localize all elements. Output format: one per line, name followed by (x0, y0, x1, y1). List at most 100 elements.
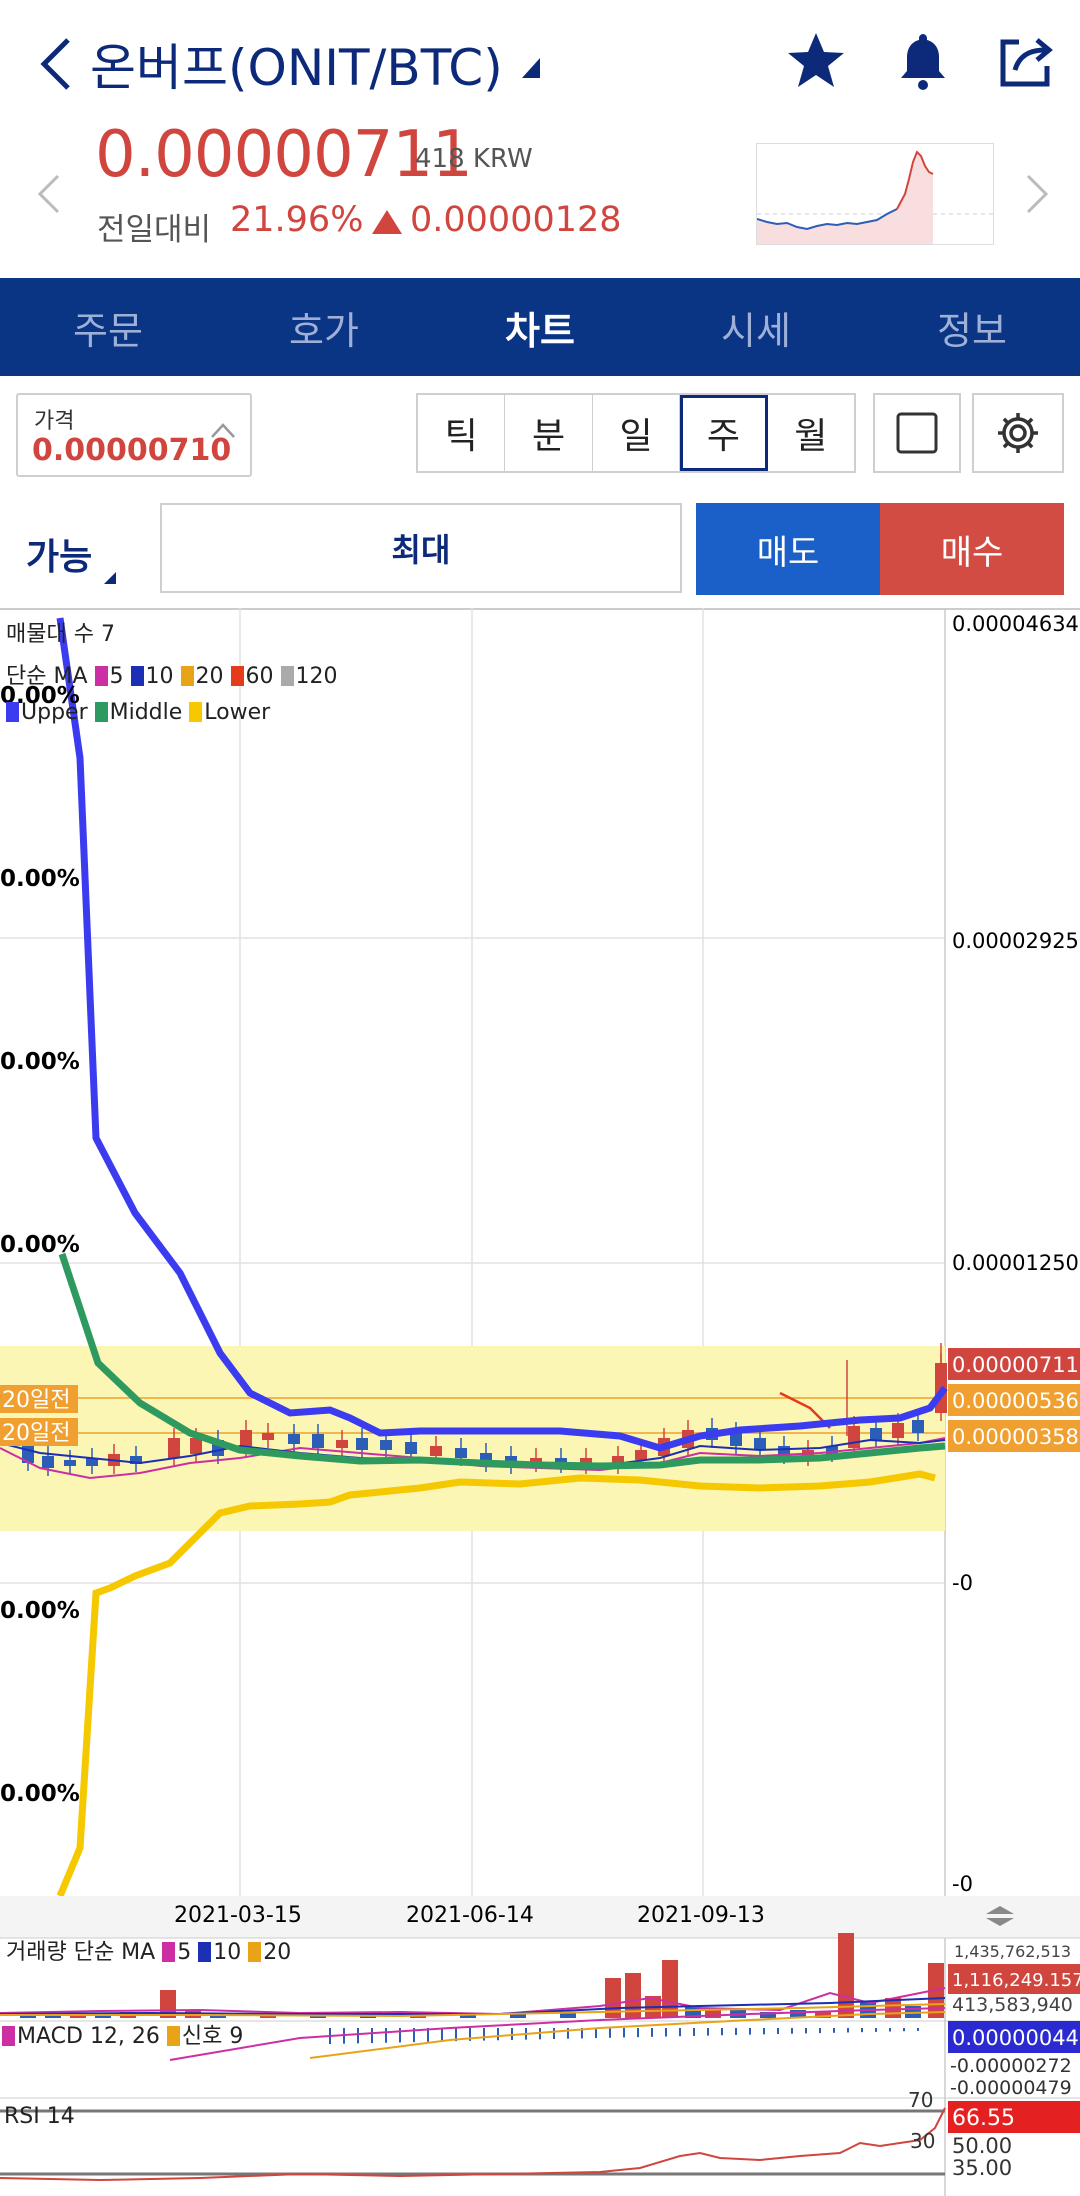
period-day[interactable]: 일 (593, 395, 681, 471)
back-arrow-icon[interactable] (30, 34, 90, 94)
candle-body (892, 1423, 904, 1438)
y-axis-label: 0.00002925 (952, 929, 1079, 953)
share-icon[interactable] (995, 30, 1057, 92)
ma120-label: 120 (295, 664, 338, 689)
page-title[interactable]: 온버프(ONIT/BTC) (90, 28, 503, 100)
ma-legend: 단순 MA 5 10 20 60 120 (6, 658, 338, 690)
macd-swatch (2, 2026, 15, 2046)
price-krw: 418 KRW (415, 144, 533, 174)
volume-legend-label: 거래량 단순 MA (6, 1940, 156, 1965)
bollinger-lower-line (56, 1470, 936, 1898)
bollinger-upper-line (56, 617, 948, 1452)
volume-tag-overlap: 413,583,940 (952, 1994, 1073, 2016)
vol-ma5-label: 5 (177, 1940, 192, 1965)
chart-settings-button[interactable] (972, 393, 1064, 473)
ma10-swatch (130, 666, 144, 686)
volume-bar (662, 1960, 678, 2018)
macd-legend: MACD 12, 26 신호 9 (2, 2018, 243, 2050)
available-label[interactable]: 가능 (26, 528, 92, 580)
candle-body (190, 1438, 202, 1454)
price-input-label: 가격 (34, 409, 75, 434)
ma5-label: 5 (109, 664, 124, 689)
available-caret-icon[interactable] (104, 572, 116, 584)
vol-ma5-swatch (162, 1942, 176, 1962)
tab-orderbook[interactable]: 호가 (216, 278, 432, 376)
upper-swatch (6, 702, 19, 722)
period-minute[interactable]: 분 (505, 395, 593, 471)
overlay-pct-label: 0.00% (0, 1781, 80, 1807)
next-coin-arrow-icon[interactable] (1022, 172, 1052, 216)
period-tick[interactable]: 틱 (418, 395, 506, 471)
candle-body (870, 1428, 882, 1440)
period-week[interactable]: 주 (680, 395, 768, 471)
candle-body (430, 1446, 442, 1456)
y-axis-label: -0 (952, 1571, 973, 1595)
buy-button[interactable]: 매수 (880, 503, 1064, 595)
tab-market[interactable]: 시세 (648, 278, 864, 376)
sparkline-mini-chart (756, 143, 994, 245)
star-icon[interactable] (785, 30, 847, 92)
volume-profile-legend: 매물대 수 7 (6, 622, 115, 647)
fullscreen-button[interactable] (873, 393, 961, 473)
period-month[interactable]: 월 (768, 395, 854, 471)
title-caret-icon[interactable] (522, 58, 540, 78)
x-axis-label: 2021-09-13 (637, 1903, 765, 1928)
tab-chart[interactable]: 차트 (432, 278, 648, 376)
candle-body (754, 1438, 766, 1450)
rsi-30-label: 30 (910, 2129, 935, 2153)
rsi-line (0, 2107, 946, 2182)
candle-body (42, 1456, 54, 1468)
candle-body (64, 1460, 76, 1466)
prev-coin-arrow-icon[interactable] (34, 172, 64, 216)
current-price-tag: 0.00000711 (952, 1353, 1079, 1377)
grid (0, 608, 945, 1896)
candle-body (336, 1440, 348, 1448)
candle-body (848, 1426, 860, 1448)
candle-body (380, 1440, 392, 1450)
max-button[interactable]: 최대 (160, 503, 682, 593)
ma20-label: 20 (195, 664, 224, 689)
lower-swatch (189, 702, 203, 722)
sell-button[interactable]: 매도 (696, 503, 880, 595)
macd-y-label: -0.00000479 (950, 2077, 1072, 2099)
change-percent: 21.96% (230, 200, 364, 240)
volume-tag-top: 1,435,762,513 (954, 1942, 1071, 1961)
tab-info[interactable]: 정보 (864, 278, 1080, 376)
middle-label: Middle (109, 700, 183, 725)
macd-legend-label: MACD 12, 26 (17, 2024, 160, 2049)
volume-tag-current: 1,116,249.157 (952, 1970, 1080, 1991)
chevron-up-icon[interactable] (210, 421, 236, 439)
candle-body (455, 1448, 467, 1458)
level2-price-tag: 0.00000358 (952, 1425, 1079, 1449)
tab-order[interactable]: 주문 (0, 278, 216, 376)
candle-body (288, 1434, 300, 1444)
y-axis-label: 0.00001250 (952, 1251, 1079, 1275)
volume-bar (838, 1933, 854, 2018)
signal-legend-label: 신호 9 (181, 2024, 244, 2049)
x-axis-label: 2021-03-15 (174, 1903, 302, 1928)
bell-icon[interactable] (893, 30, 953, 92)
y-axis-label: 0.00004634 (952, 612, 1079, 636)
band-label: 20일전 (2, 1421, 70, 1446)
up-triangle-icon (372, 210, 402, 234)
gear-icon (998, 413, 1038, 453)
level1-price-tag: 0.00000536 (952, 1389, 1079, 1413)
change-amount: 0.00000128 (410, 200, 622, 240)
rsi-tag-current: 66.55 (952, 2106, 1015, 2131)
price-input-value[interactable]: 0.00000710 (32, 433, 231, 468)
candle-body (312, 1434, 324, 1448)
candle-body (635, 1450, 647, 1460)
middle-swatch (94, 702, 108, 722)
overlay-pct-label: 0.00% (0, 1598, 80, 1624)
rsi-legend: RSI 14 (4, 2104, 75, 2129)
vol-ma20-swatch (248, 1942, 262, 1962)
chart-area[interactable]: 0.00004634 0.00002925 0.00001250 -0 -0 0… (0, 608, 1080, 2196)
lower-label: Lower (204, 700, 271, 725)
price-input[interactable]: 가격 0.00000710 (16, 393, 252, 477)
ma60-label: 60 (245, 664, 274, 689)
ma10-label: 10 (145, 664, 174, 689)
y-axis-label: -0 (952, 1872, 973, 1896)
overlay-pct-label: 0.00% (0, 866, 80, 892)
main-tabs: 주문 호가 차트 시세 정보 (0, 278, 1080, 376)
overlay-pct-label: 0.00% (0, 1049, 80, 1075)
